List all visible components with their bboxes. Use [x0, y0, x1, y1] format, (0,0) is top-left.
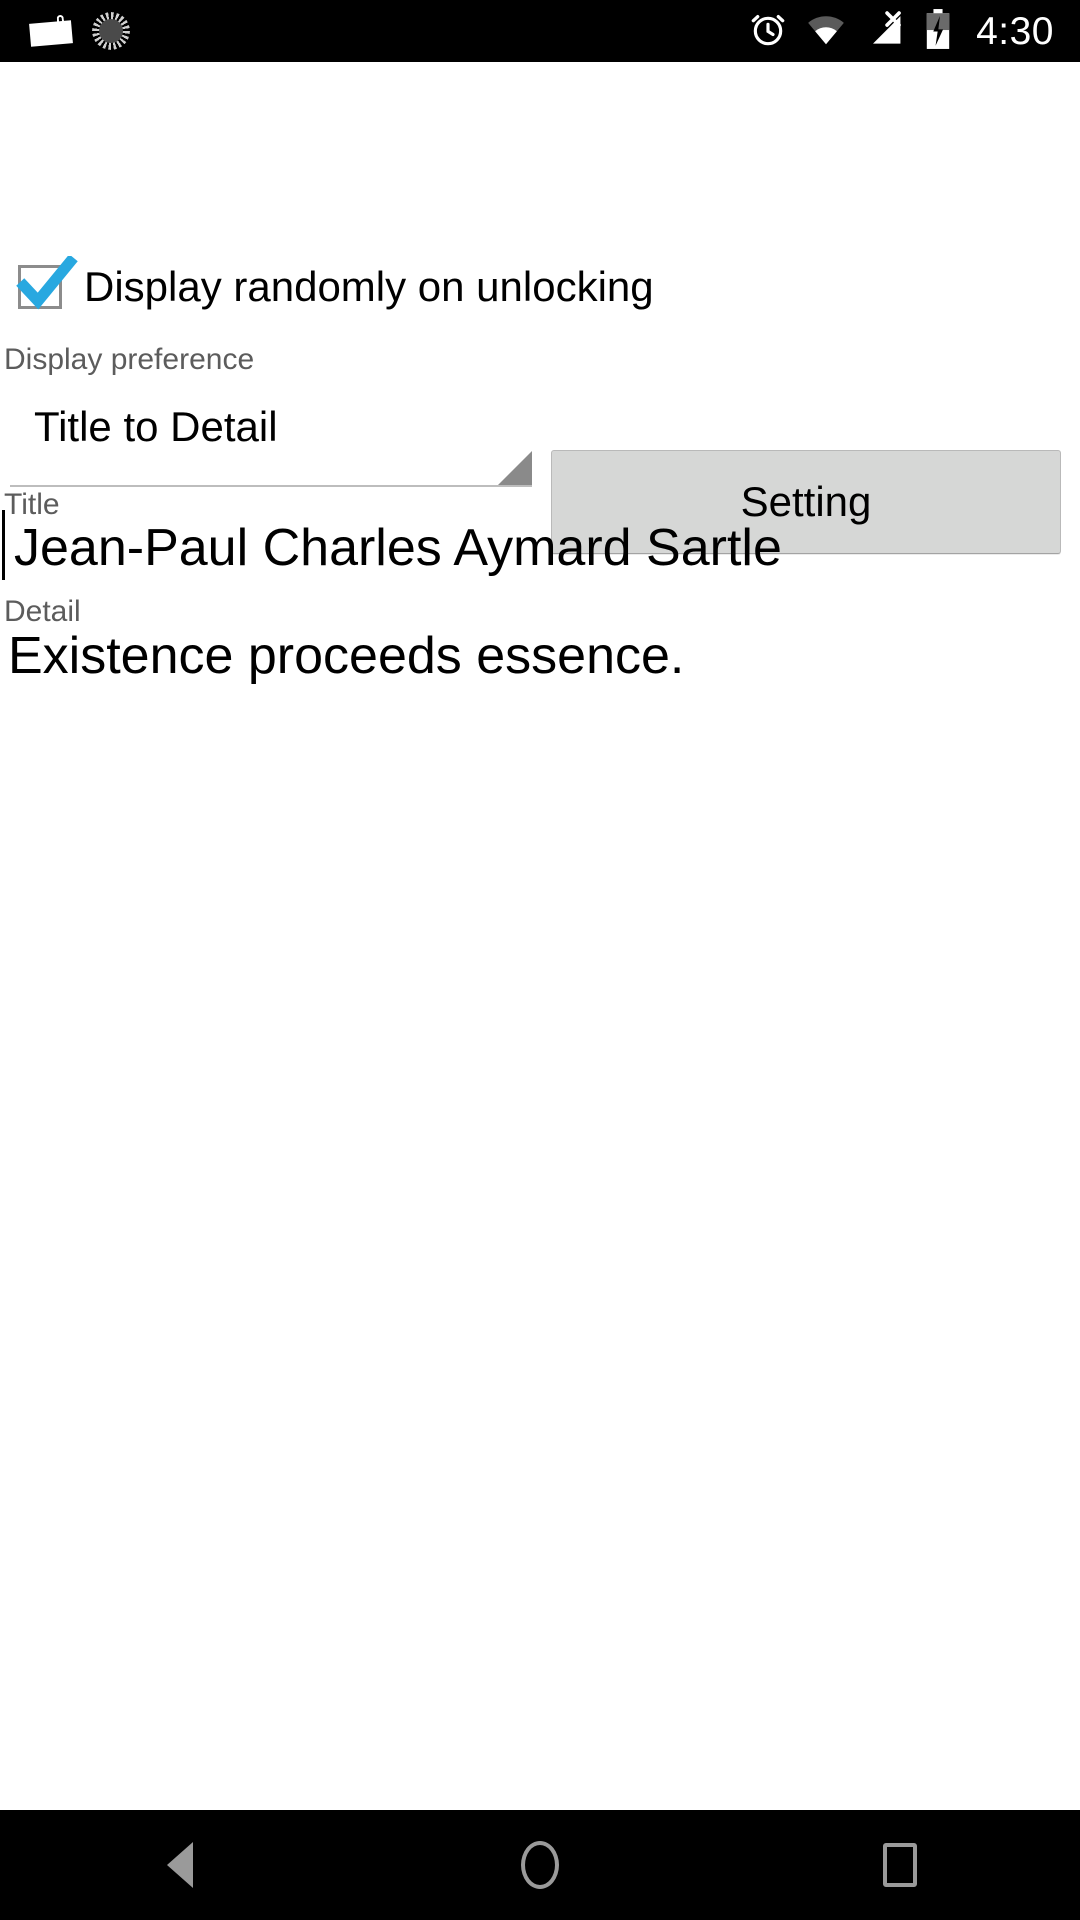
- detail-label: Detail: [4, 595, 81, 628]
- navigation-bar: [0, 1810, 1080, 1920]
- memo-notification-icon: [29, 14, 76, 47]
- status-bar-system-icons: 4:30: [748, 8, 1080, 55]
- phone-screen: 4:30 Display randomly on unlocking Displ…: [0, 0, 1080, 1920]
- title-label: Title: [4, 488, 60, 521]
- battery-charging-icon: [923, 8, 953, 55]
- status-bar-clock: 4:30: [976, 9, 1054, 53]
- sync-notification-icon: [92, 12, 130, 50]
- title-input[interactable]: Jean-Paul Charles Aymard Sartle: [6, 522, 782, 574]
- alarm-icon: [748, 9, 788, 54]
- back-button[interactable]: [0, 1810, 360, 1920]
- display-preference-selected-value: Title to Detail: [34, 403, 278, 450]
- spinner-underline: [10, 485, 532, 487]
- app-content: Display randomly on unlocking Display pr…: [0, 62, 1080, 1920]
- detail-input[interactable]: Existence proceeds essence.: [6, 630, 684, 682]
- back-triangle-icon: [167, 1842, 193, 1888]
- recents-button[interactable]: [720, 1810, 1080, 1920]
- wifi-icon: [805, 12, 847, 51]
- home-button[interactable]: [360, 1810, 720, 1920]
- cellular-off-icon: [864, 10, 906, 52]
- status-bar-notification-icons: [0, 12, 130, 50]
- text-cursor: [2, 510, 5, 580]
- random-display-checkbox-label: Display randomly on unlocking: [84, 263, 654, 310]
- home-circle-icon: [521, 1841, 559, 1889]
- random-display-checkbox[interactable]: [16, 256, 78, 310]
- checkmark-icon: [16, 256, 78, 310]
- status-bar: 4:30: [0, 0, 1080, 62]
- random-display-checkbox-row[interactable]: Display randomly on unlocking: [16, 256, 654, 310]
- recents-square-icon: [883, 1843, 917, 1887]
- display-preference-label: Display preference: [4, 343, 255, 376]
- display-preference-spinner[interactable]: Title to Detail: [10, 387, 532, 487]
- chevron-down-icon: [498, 451, 532, 485]
